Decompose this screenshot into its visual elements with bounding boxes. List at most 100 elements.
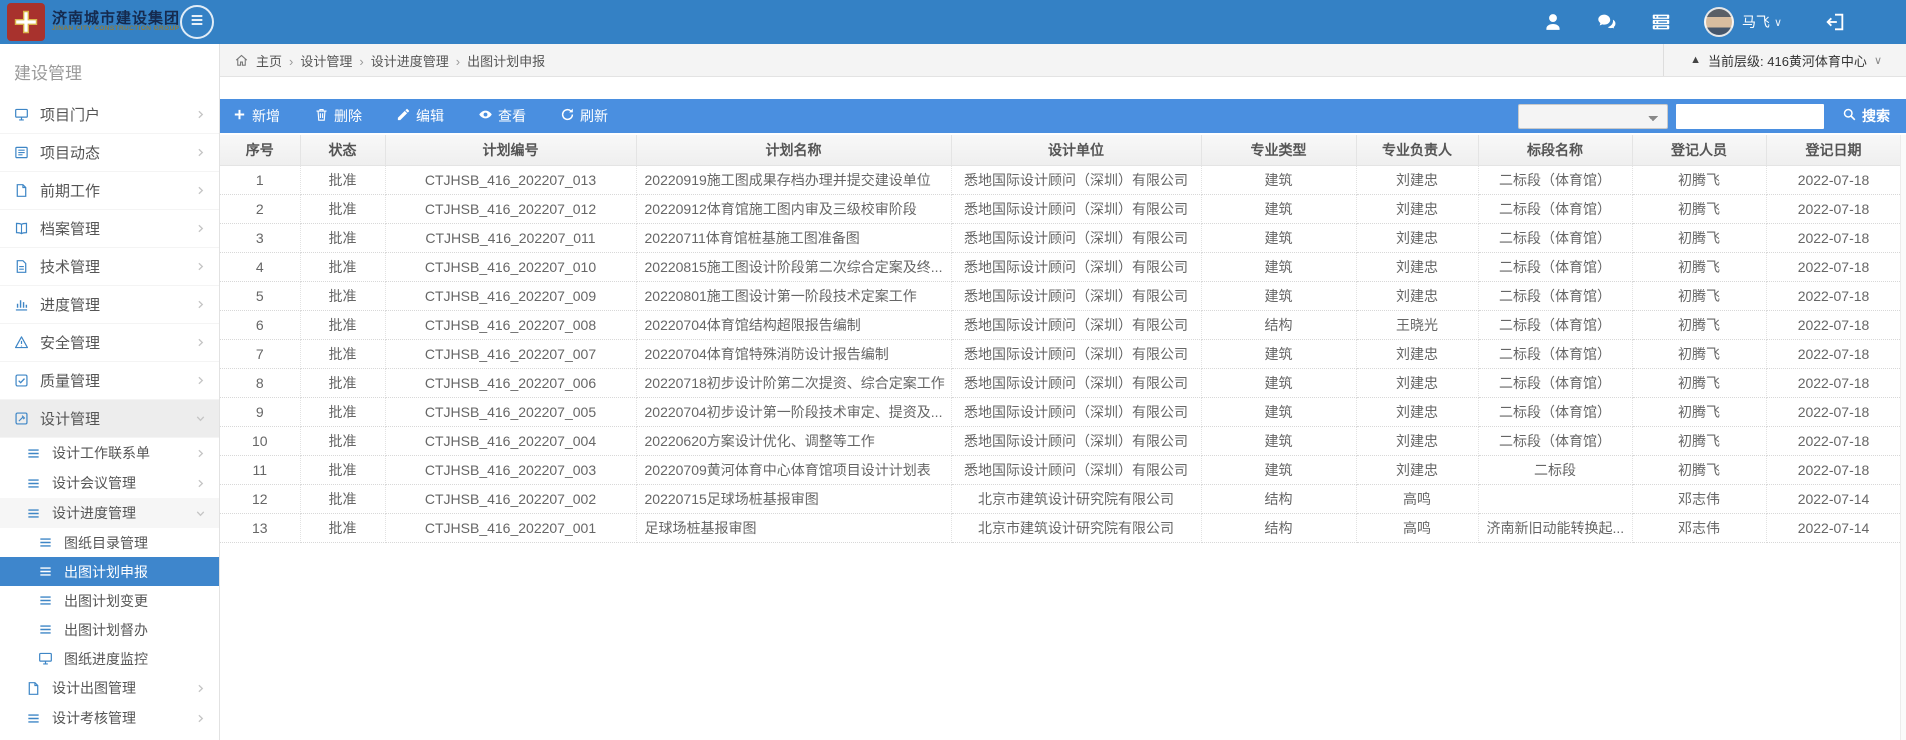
spacer xyxy=(220,77,1906,99)
table-row[interactable]: 12批准CTJHSB_416_202207_00220220715足球场桩基报审… xyxy=(220,484,1900,513)
sidebar-item[interactable]: 质量管理 xyxy=(0,362,219,400)
logout-icon[interactable] xyxy=(1824,11,1846,33)
filter-select[interactable] xyxy=(1518,104,1668,129)
search-input[interactable] xyxy=(1676,104,1824,129)
sidebar-item-label: 项目动态 xyxy=(40,142,100,163)
table-cell: 初腾飞 xyxy=(1632,281,1766,310)
table-cell: 13 xyxy=(220,513,300,542)
table-cell: 5 xyxy=(220,281,300,310)
sidebar-item-label: 设计考核管理 xyxy=(52,708,136,728)
view-button[interactable]: 查看 xyxy=(478,106,526,126)
table-cell: 建筑 xyxy=(1201,223,1356,252)
table-cell: 结构 xyxy=(1201,513,1356,542)
table-cell: 刘建忠 xyxy=(1356,455,1478,484)
user-icon[interactable] xyxy=(1542,11,1564,33)
table-row[interactable]: 11批准CTJHSB_416_202207_00320220709黄河体育中心体… xyxy=(220,455,1900,484)
toolbar-search-area: 搜索 xyxy=(1518,104,1894,129)
list-icon xyxy=(26,445,44,461)
table-cell: 批准 xyxy=(300,513,385,542)
book-icon xyxy=(14,221,32,237)
vertical-scrollbar[interactable] xyxy=(1900,135,1906,740)
table-row[interactable]: 3批准CTJHSB_416_202207_01120220711体育馆桩基施工图… xyxy=(220,223,1900,252)
table-row[interactable]: 2批准CTJHSB_416_202207_01220220912体育馆施工图内审… xyxy=(220,194,1900,223)
user-menu[interactable]: 马飞 ∨ xyxy=(1704,7,1782,37)
chevron-down-icon xyxy=(194,412,207,425)
sidebar-item[interactable]: 设计出图管理 xyxy=(0,673,219,703)
sidebar-title: 建设管理 xyxy=(0,44,219,96)
table-cell: 二标段（体育馆） xyxy=(1478,339,1632,368)
table-cell: 20220711体育馆桩基施工图准备图 xyxy=(636,223,951,252)
table-cell: 批准 xyxy=(300,368,385,397)
sidebar-item[interactable]: 项目动态 xyxy=(0,134,219,172)
building-icon: ▲ xyxy=(1690,54,1701,66)
table-cell: CTJHSB_416_202207_006 xyxy=(385,368,636,397)
chevron-right-icon xyxy=(194,477,207,490)
breadcrumb-separator: › xyxy=(359,54,363,69)
table-cell: 悉地国际设计顾问（深圳）有限公司 xyxy=(951,223,1201,252)
table-row[interactable]: 13批准CTJHSB_416_202207_001足球场桩基报审图北京市建筑设计… xyxy=(220,513,1900,542)
sidebar-item-label: 技术管理 xyxy=(40,256,100,277)
messages-icon[interactable] xyxy=(1596,11,1618,33)
delete-button[interactable]: 删除 xyxy=(314,106,362,126)
table-row[interactable]: 1批准CTJHSB_416_202207_01320220919施工图成果存档办… xyxy=(220,165,1900,194)
sidebar-item-label: 前期工作 xyxy=(40,180,100,201)
sidebar-item[interactable]: 设计会议管理 xyxy=(0,468,219,498)
table-row[interactable]: 8批准CTJHSB_416_202207_00620220718初步设计阶第二次… xyxy=(220,368,1900,397)
edit-button[interactable]: 编辑 xyxy=(396,106,444,126)
avatar xyxy=(1704,7,1734,37)
sidebar-toggle-button[interactable] xyxy=(180,5,214,39)
breadcrumb-item[interactable]: 设计管理 xyxy=(300,54,352,69)
edit-square-icon xyxy=(14,411,32,427)
breadcrumb-item[interactable]: 主页 xyxy=(256,54,282,69)
table-cell: 20220801施工图设计第一阶段技术定案工作 xyxy=(636,281,951,310)
sidebar-item[interactable]: 设计考核管理 xyxy=(0,703,219,733)
sidebar-item[interactable]: 出图计划督办 xyxy=(0,615,219,644)
table-row[interactable]: 7批准CTJHSB_416_202207_00720220704体育馆特殊消防设… xyxy=(220,339,1900,368)
chevron-right-icon xyxy=(194,682,207,695)
column-header: 登记人员 xyxy=(1632,135,1766,165)
table-cell: 初腾飞 xyxy=(1632,455,1766,484)
sidebar-item[interactable]: 档案管理 xyxy=(0,210,219,248)
table-cell: CTJHSB_416_202207_009 xyxy=(385,281,636,310)
sidebar-item-active[interactable]: 出图计划申报 xyxy=(0,557,219,586)
table-cell: 2022-07-18 xyxy=(1766,368,1900,397)
breadcrumb-item[interactable]: 设计进度管理 xyxy=(371,54,449,69)
table-row[interactable]: 4批准CTJHSB_416_202207_01020220815施工图设计阶段第… xyxy=(220,252,1900,281)
add-button[interactable]: 新增 xyxy=(232,106,280,126)
table-cell: 刘建忠 xyxy=(1356,194,1478,223)
table-row[interactable]: 9批准CTJHSB_416_202207_00520220704初步设计第一阶段… xyxy=(220,397,1900,426)
sidebar-item[interactable]: 出图计划变更 xyxy=(0,586,219,615)
sidebar-item[interactable]: 设计管理 xyxy=(0,400,219,438)
table-cell: 悉地国际设计顾问（深圳）有限公司 xyxy=(951,455,1201,484)
refresh-button[interactable]: 刷新 xyxy=(560,106,608,126)
monitor-icon xyxy=(38,651,56,667)
sidebar-item[interactable]: 技术管理 xyxy=(0,248,219,286)
sidebar-menu: 项目门户项目动态前期工作档案管理技术管理进度管理安全管理质量管理设计管理设计工作… xyxy=(0,96,219,733)
sidebar-item[interactable]: 前期工作 xyxy=(0,172,219,210)
menu-icon xyxy=(189,12,205,33)
tasks-icon[interactable] xyxy=(1650,11,1672,33)
table-cell: 二标段（体育馆） xyxy=(1478,223,1632,252)
current-level-selector[interactable]: ▲ 当前层级: 416黄河体育中心 ∨ xyxy=(1663,44,1892,76)
table-cell: 二标段（体育馆） xyxy=(1478,426,1632,455)
table-row[interactable]: 6批准CTJHSB_416_202207_00820220704体育馆结构超限报… xyxy=(220,310,1900,339)
table-cell: 高鸣 xyxy=(1356,484,1478,513)
table-cell: 悉地国际设计顾问（深圳）有限公司 xyxy=(951,339,1201,368)
sidebar-item[interactable]: 安全管理 xyxy=(0,324,219,362)
breadcrumb: 主页›设计管理›设计进度管理›出图计划申报 xyxy=(256,51,545,70)
sidebar-item[interactable]: 图纸进度监控 xyxy=(0,644,219,673)
sidebar-item[interactable]: 设计工作联系单 xyxy=(0,438,219,468)
list-icon xyxy=(38,564,56,580)
sidebar-item[interactable]: 项目门户 xyxy=(0,96,219,134)
table-row[interactable]: 5批准CTJHSB_416_202207_00920220801施工图设计第一阶… xyxy=(220,281,1900,310)
table-cell: 2022-07-18 xyxy=(1766,310,1900,339)
table-cell: CTJHSB_416_202207_007 xyxy=(385,339,636,368)
table-cell: 8 xyxy=(220,368,300,397)
sidebar-item[interactable]: 设计进度管理 xyxy=(0,498,219,528)
sidebar-item[interactable]: 图纸目录管理 xyxy=(0,528,219,557)
document-icon xyxy=(14,183,32,199)
sidebar-item[interactable]: 进度管理 xyxy=(0,286,219,324)
search-button[interactable]: 搜索 xyxy=(1842,106,1890,126)
table-cell: 7 xyxy=(220,339,300,368)
table-row[interactable]: 10批准CTJHSB_416_202207_00420220620方案设计优化、… xyxy=(220,426,1900,455)
